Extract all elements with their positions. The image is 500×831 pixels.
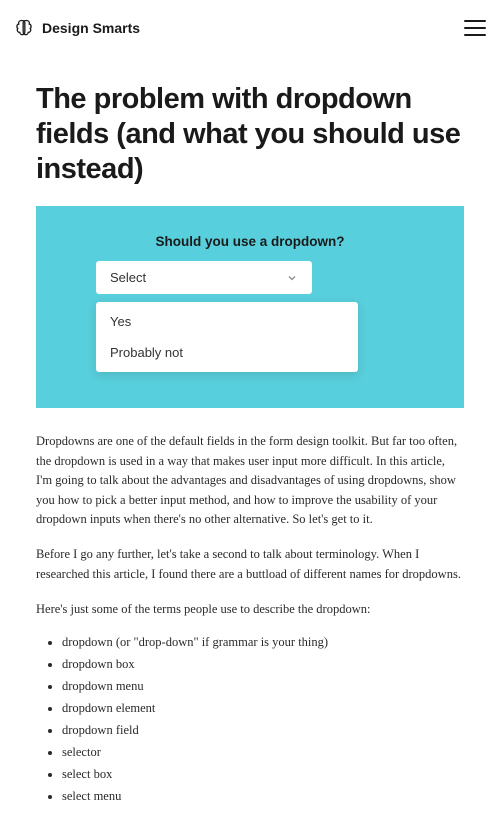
dropdown-options: Yes Probably not xyxy=(96,302,358,372)
site-header: Design Smarts xyxy=(0,0,500,52)
chevron-down-icon xyxy=(286,272,298,284)
list-item: dropdown element xyxy=(62,701,464,716)
list-item: select box xyxy=(62,767,464,782)
dropdown-option[interactable]: Probably not xyxy=(96,337,358,368)
brain-logo-icon xyxy=(14,18,34,38)
dropdown-option[interactable]: Yes xyxy=(96,306,358,337)
list-item: dropdown menu xyxy=(62,679,464,694)
dropdown-placeholder: Select xyxy=(110,270,146,285)
hero-illustration: Should you use a dropdown? Select Yes Pr… xyxy=(36,206,464,408)
paragraph: Here's just some of the terms people use… xyxy=(36,600,464,619)
article-title: The problem with dropdown fields (and wh… xyxy=(36,82,464,186)
article: The problem with dropdown fields (and wh… xyxy=(0,52,500,831)
list-item: dropdown box xyxy=(62,657,464,672)
brand[interactable]: Design Smarts xyxy=(14,18,140,38)
list-item: selector xyxy=(62,745,464,760)
list-item: dropdown (or "drop-down" if grammar is y… xyxy=(62,635,464,650)
hamburger-menu-icon[interactable] xyxy=(464,20,486,36)
hero-question: Should you use a dropdown? xyxy=(96,234,404,249)
terms-list: dropdown (or "drop-down" if grammar is y… xyxy=(36,635,464,804)
list-item: select menu xyxy=(62,789,464,804)
paragraph: Dropdowns are one of the default fields … xyxy=(36,432,464,529)
list-item: dropdown field xyxy=(62,723,464,738)
paragraph: Before I go any further, let's take a se… xyxy=(36,545,464,584)
brand-name: Design Smarts xyxy=(42,20,140,36)
dropdown-select[interactable]: Select xyxy=(96,261,312,294)
